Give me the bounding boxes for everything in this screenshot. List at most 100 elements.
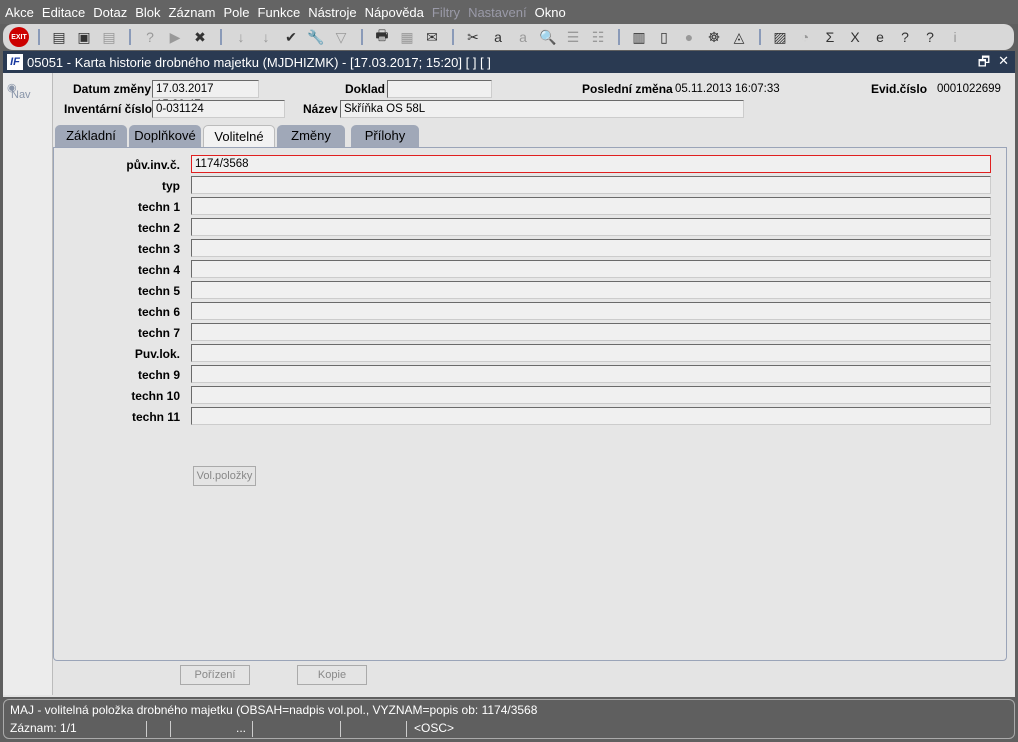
datum-label: Datum změny xyxy=(73,82,152,96)
query-run-icon[interactable]: ▶ xyxy=(164,26,186,48)
tab-doplňkové[interactable]: Doplňkové xyxy=(129,125,201,147)
field-input[interactable] xyxy=(191,407,991,425)
globe-icon[interactable]: ● xyxy=(678,26,700,48)
exit-icon[interactable]: EXIT xyxy=(9,27,29,47)
tab-volitelné[interactable]: Volitelné xyxy=(203,125,275,148)
inv-field[interactable]: 0-031124 xyxy=(152,100,285,118)
sum-icon[interactable]: Σ xyxy=(819,26,841,48)
field-input[interactable] xyxy=(191,239,991,257)
field-label: techn 6 xyxy=(137,305,180,319)
field-input[interactable] xyxy=(191,365,991,383)
tab-základní[interactable]: Základní xyxy=(55,125,127,147)
menu-funkce[interactable]: Funkce xyxy=(258,5,301,20)
restore-icon[interactable]: 🗗 xyxy=(978,53,990,75)
field-input[interactable] xyxy=(191,302,991,320)
field-input[interactable] xyxy=(191,176,991,194)
sort-desc-icon[interactable]: ↓ xyxy=(255,26,277,48)
window-titlebar: IF 05051 - Karta historie drobného majet… xyxy=(3,51,1015,73)
kopie-button[interactable]: Kopie xyxy=(297,665,367,685)
tab-změny[interactable]: Změny xyxy=(277,125,345,147)
toolbar-separator xyxy=(38,29,42,45)
menu-blok[interactable]: Blok xyxy=(135,5,160,20)
copy-text-icon[interactable]: a xyxy=(487,26,509,48)
help-icon[interactable]: ? xyxy=(894,26,916,48)
mail-icon[interactable]: ✉ xyxy=(421,26,443,48)
field-label: techn 10 xyxy=(131,389,180,403)
print-multi-icon[interactable]: ▦ xyxy=(396,26,418,48)
info-icon[interactable]: i xyxy=(944,26,966,48)
eye-icon[interactable]: ◬ xyxy=(728,26,750,48)
field-label: Puv.lok. xyxy=(134,347,180,361)
paste-text-icon[interactable]: a xyxy=(512,26,534,48)
check-icon[interactable]: ✔ xyxy=(280,26,302,48)
datum-field[interactable]: 17.03.2017 15:20:47 xyxy=(152,80,259,111)
add-record-icon[interactable]: ▤ xyxy=(48,26,70,48)
doklad-field[interactable] xyxy=(387,80,492,98)
cut-icon[interactable]: ✂ xyxy=(462,26,484,48)
vol-polozky-button[interactable]: Vol.položky xyxy=(193,466,256,486)
filter-icon[interactable]: ▽ xyxy=(330,26,352,48)
field-label: techn 11 xyxy=(131,410,180,424)
list-indent-icon[interactable]: ☰ xyxy=(562,26,584,48)
evid-label: Evid.číslo xyxy=(871,82,928,96)
field-label: techn 7 xyxy=(137,326,180,340)
menu-okno[interactable]: Okno xyxy=(535,5,566,20)
menu-nápověda[interactable]: Nápověda xyxy=(365,5,424,20)
menu-nastavení[interactable]: Nastavení xyxy=(468,5,527,20)
search-zoom-icon[interactable]: 🔍 xyxy=(537,26,559,48)
nav-radio[interactable]: ◉ Nav xyxy=(7,81,31,101)
tab-přílohy[interactable]: Přílohy xyxy=(351,125,419,147)
helm-icon[interactable]: ☸ xyxy=(703,26,725,48)
sort-asc-icon[interactable]: ↓ xyxy=(230,26,252,48)
wrench-icon[interactable]: 🔧 xyxy=(305,26,327,48)
field-input[interactable]: 1174/3568 xyxy=(191,155,991,173)
posledni-zmena-label: Poslední změna xyxy=(582,82,673,96)
list-columns-icon[interactable]: ☷ xyxy=(587,26,609,48)
internet-icon[interactable]: e xyxy=(869,26,891,48)
porizeni-button[interactable]: Pořízení xyxy=(180,665,250,685)
inv-label: Inventární číslo xyxy=(64,102,153,116)
close-icon[interactable]: ✕ xyxy=(998,53,1009,75)
toolbar-separator xyxy=(618,29,622,45)
field-label: techn 9 xyxy=(137,368,180,382)
query-cancel-icon[interactable]: ✖ xyxy=(189,26,211,48)
excel-icon[interactable]: X xyxy=(844,26,866,48)
field-input[interactable] xyxy=(191,344,991,362)
toolbar-separator xyxy=(220,29,224,45)
field-label: pův.inv.č. xyxy=(126,158,180,172)
menu-záznam[interactable]: Záznam xyxy=(169,5,216,20)
evid-value: 0001022699 xyxy=(937,83,1001,95)
insert-record-icon[interactable]: ▣ xyxy=(73,26,95,48)
status-message: MAJ - volitelná položka drobného majetku… xyxy=(10,703,538,717)
field-input[interactable] xyxy=(191,218,991,236)
document-icon[interactable]: ▯ xyxy=(653,26,675,48)
menu-filtry[interactable]: Filtry xyxy=(432,5,460,20)
field-label: typ xyxy=(162,179,180,193)
toolbar-separator xyxy=(759,29,763,45)
status-ellipsis: ... xyxy=(236,721,247,735)
field-input[interactable] xyxy=(191,323,991,341)
field-input[interactable] xyxy=(191,281,991,299)
menu-nástroje[interactable]: Nástroje xyxy=(308,5,356,20)
posledni-zmena-value: 05.11.2013 16:07:33 xyxy=(675,83,780,95)
import-icon[interactable]: ▥ xyxy=(628,26,650,48)
print-icon[interactable]: 🖶 xyxy=(371,26,393,48)
delete-record-icon[interactable]: ▤ xyxy=(98,26,120,48)
field-input[interactable] xyxy=(191,197,991,215)
field-input[interactable] xyxy=(191,386,991,404)
nav-panel: ◉ Nav xyxy=(3,73,53,695)
menu-akce[interactable]: Akce xyxy=(5,5,34,20)
clock-icon[interactable]: ◔ xyxy=(794,26,816,48)
menu-pole[interactable]: Pole xyxy=(224,5,250,20)
nazev-field[interactable]: Skříňka OS 58L xyxy=(340,100,744,118)
help-window-icon[interactable]: ? xyxy=(919,26,941,48)
field-input[interactable] xyxy=(191,260,991,278)
toolbar-separator xyxy=(452,29,456,45)
query-help-icon[interactable]: ? xyxy=(139,26,161,48)
menu-dotaz[interactable]: Dotaz xyxy=(93,5,127,20)
mode-indicator: <OSC> xyxy=(414,721,455,735)
field-label: techn 4 xyxy=(137,263,180,277)
chart-icon[interactable]: ▨ xyxy=(769,26,791,48)
menu-editace[interactable]: Editace xyxy=(42,5,85,20)
field-label: techn 5 xyxy=(137,284,180,298)
